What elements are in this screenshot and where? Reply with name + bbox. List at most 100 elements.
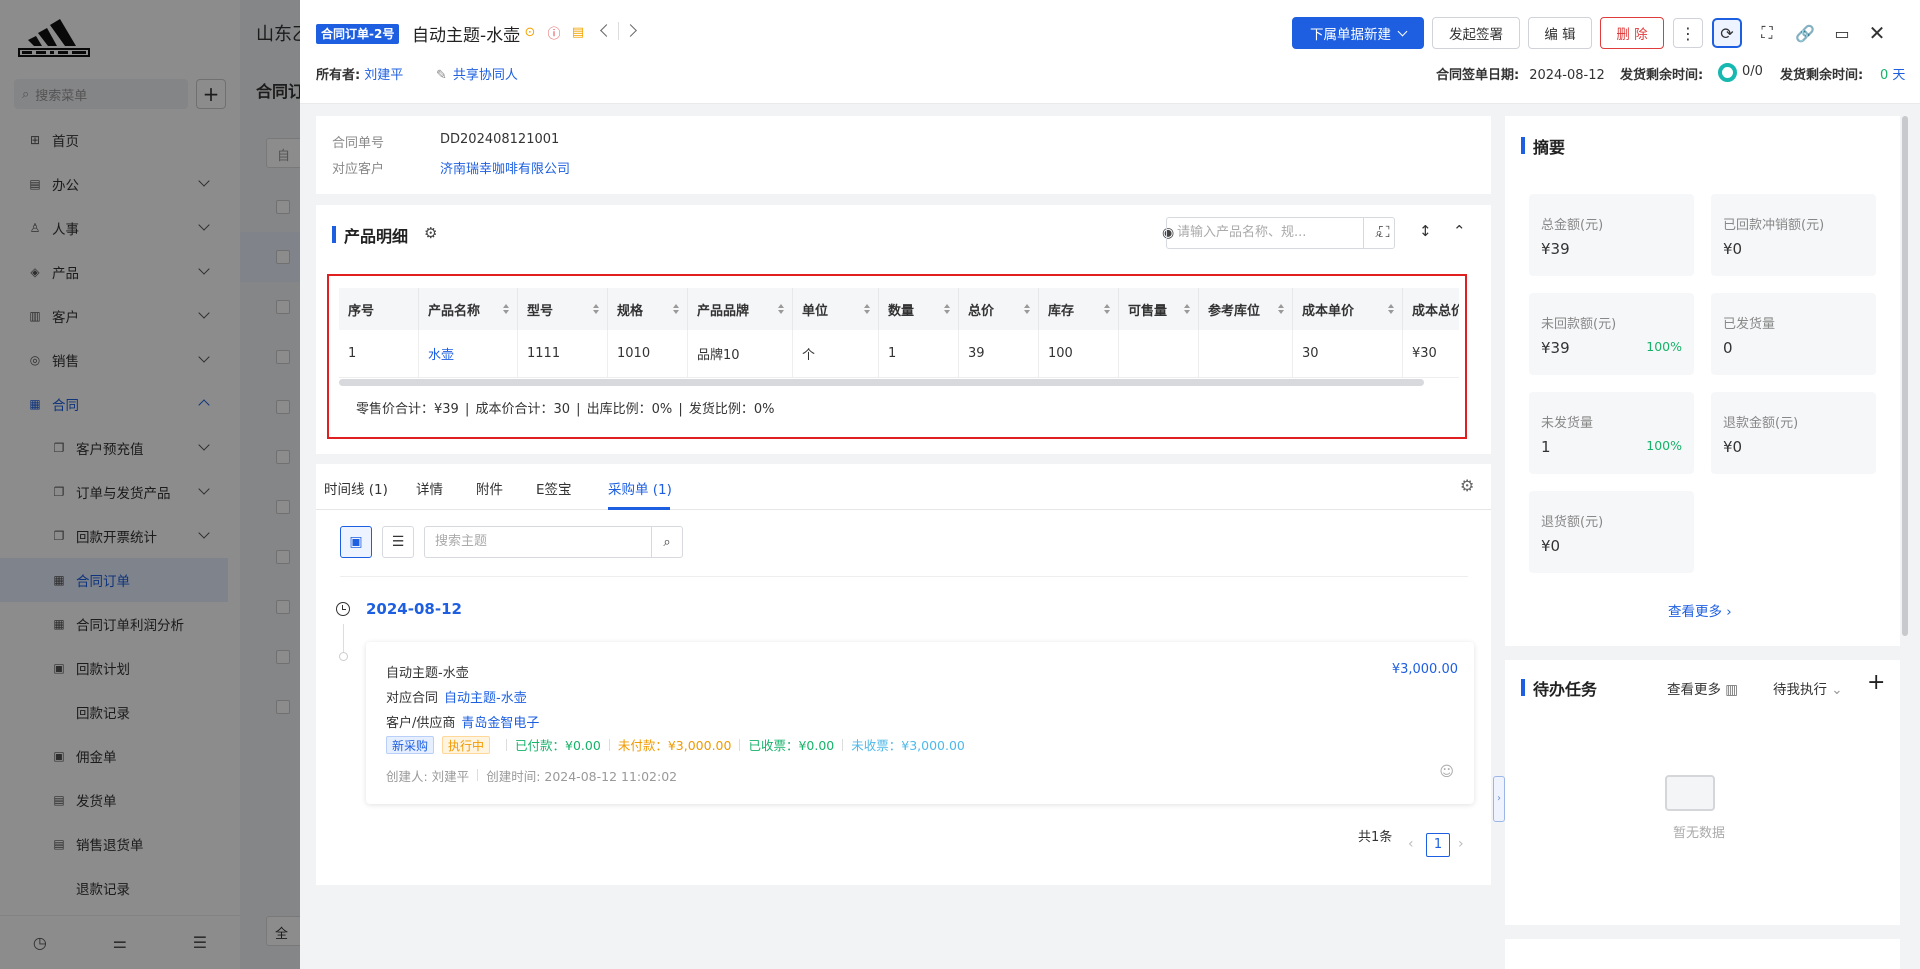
smile-icon[interactable]: ☺ [1439, 764, 1454, 780]
po-contract: 对应合同 自动主题-水壶 [386, 691, 527, 706]
chevron-right-icon: › [1726, 604, 1732, 620]
empty-text: 暂无数据 [1673, 826, 1726, 841]
product-search-input[interactable]: 请输入产品名称、规... [1166, 217, 1364, 249]
po-supplier: 客户/供应商 青岛金智电子 [386, 716, 540, 731]
list-icon: ☰ [391, 534, 405, 550]
tabs-card: 时间线 (1) 详情 附件 E签宝 采购单 (1) ⚙ ▣ ☰ 搜索主题 ⌕ 2… [316, 464, 1491, 885]
progress-ring [1718, 63, 1737, 82]
card-view-button[interactable]: ▣ [340, 526, 372, 558]
contract-number: DD202408121001 [440, 132, 560, 147]
summary-item: 总金额(元) ¥39 [1529, 194, 1694, 276]
pager-total: 共1条 [1358, 830, 1393, 845]
tab-indicator [608, 507, 670, 510]
start-sign-button[interactable]: 发起签署 [1432, 17, 1520, 49]
unreceived-invoice: 未收票：¥3,000.00 [851, 738, 965, 753]
drawer-header: 合同订单-2号 自动主题-水壶 ⊙ ⓘ ▤ 所有者: 刘建平 ✎ 共享协同人 下属单… [300, 0, 1920, 104]
next-card [1505, 939, 1900, 969]
more-vertical-icon[interactable]: ⋮ [1673, 18, 1703, 48]
summary-item: 已回款冲销额(元) ¥0 [1711, 194, 1876, 276]
delete-button[interactable]: 删 除 [1600, 17, 1664, 49]
next-page-icon[interactable]: › [1458, 836, 1464, 852]
page-number[interactable]: 1 [1426, 833, 1450, 857]
prev-page-icon[interactable]: ‹ [1408, 836, 1414, 852]
link-icon[interactable]: 🔗 [1790, 18, 1820, 48]
list-view-button[interactable]: ☰ [382, 526, 414, 558]
todo-more-link[interactable]: 查看更多 ▥ [1667, 678, 1738, 698]
ship-left-label-2: 发货剩余时间: [1780, 68, 1864, 83]
sign-date: 合同签单日期: 2024-08-12 [1436, 68, 1605, 83]
supplier-link[interactable]: 青岛金智电子 [461, 716, 539, 731]
summary-item: 未回款额(元) ¥39 100% [1529, 293, 1694, 375]
collapse-panel-handle[interactable]: › [1493, 776, 1505, 822]
previous-icon[interactable] [600, 24, 613, 37]
owner-link[interactable]: 刘建平 [364, 68, 403, 83]
contract-link[interactable]: 自动主题-水壶 [444, 691, 527, 706]
divider [340, 576, 1468, 577]
timeline-date: 2024-08-12 [366, 600, 462, 618]
order-tag: 合同订单-2号 [316, 24, 400, 44]
refresh-icon[interactable]: ⟳ [1712, 18, 1742, 48]
paid-amount: 已付款：¥0.00 [515, 738, 601, 753]
tab-purchase[interactable]: 采购单 (1) [608, 478, 672, 498]
tab-attachments[interactable]: 附件 [476, 478, 503, 498]
summary-item: 未发货量 1 100% [1529, 392, 1694, 474]
summary-item: 退货额(元) ¥0 [1529, 491, 1694, 573]
po-title: 自动主题-水壶 [386, 666, 469, 681]
ship-ratio: 0/0 [1742, 64, 1763, 79]
card-view-icon: ▣ [349, 534, 363, 550]
tag-status: 执行中 [442, 735, 491, 754]
search-icon[interactable]: ⌕ [1363, 217, 1395, 249]
empty-inbox-icon [1665, 775, 1715, 811]
highlight-box [327, 274, 1467, 439]
vertical-scrollbar[interactable] [1902, 116, 1908, 636]
po-meta: 创建人: 刘建平 创建时间: 2024-08-12 11:02:02 [386, 769, 678, 784]
note-icon[interactable]: ▤ [570, 24, 586, 40]
ship-days: 0 天 [1880, 68, 1906, 83]
detail-drawer: 合同订单-2号 自动主题-水壶 ⊙ ⓘ ▤ 所有者: 刘建平 ✎ 共享协同人 下属单… [300, 0, 1920, 969]
po-tags: 新采购 执行中 已付款：¥0.00 未付款：¥3,000.00 已收票：¥0.0… [386, 735, 965, 754]
tab-details[interactable]: 详情 [416, 478, 443, 498]
todo-filter-select[interactable]: 待我执行 ⌄ [1773, 678, 1843, 698]
tag-new: 新采购 [386, 735, 435, 754]
tab-esign[interactable]: E签宝 [536, 478, 572, 498]
todo-card: 待办任务 查看更多 ▥ 待我执行 ⌄ + 暂无数据 [1505, 660, 1900, 925]
edit-button[interactable]: 编 辑 [1528, 17, 1592, 49]
summary-more-link[interactable]: 查看更多 › [1668, 600, 1732, 620]
share-collaborator-link[interactable]: ✎ 共享协同人 [436, 64, 518, 83]
close-icon[interactable]: ✕ [1862, 18, 1892, 48]
ship-left-label: 发货剩余时间: [1620, 68, 1704, 83]
fullscreen-icon[interactable]: ⛶ [1752, 18, 1782, 48]
gear-icon[interactable]: ⚙ [424, 224, 437, 242]
timeline-dot [339, 652, 348, 661]
unpaid-amount: 未付款：¥3,000.00 [617, 738, 732, 753]
add-task-icon[interactable]: + [1867, 670, 1885, 695]
next-icon[interactable] [624, 24, 637, 37]
monitor-icon[interactable]: ▭ [1827, 18, 1857, 48]
gear-icon[interactable]: ⚙ [1460, 476, 1474, 495]
customer-link[interactable]: 济南瑞幸咖啡有限公司 [440, 158, 570, 177]
vertical-resize-icon[interactable]: ↕ [1419, 222, 1432, 240]
play-icon[interactable]: ⊙ [522, 24, 538, 40]
clock-icon [336, 602, 350, 616]
contract-info-card: 合同单号 DD202408121001 对应客户 济南瑞幸咖啡有限公司 [316, 116, 1491, 194]
section-title: 产品明细 [332, 223, 408, 247]
tab-bar: 时间线 (1) 详情 附件 E签宝 采购单 (1) ⚙ [316, 464, 1491, 510]
chevron-down-icon [1397, 26, 1408, 36]
alert-icon[interactable]: ⓘ [546, 24, 562, 42]
new-sub-document-button[interactable]: 下属单据新建 [1292, 17, 1424, 49]
owner: 所有者: 刘建平 [316, 68, 404, 83]
purchase-order-card[interactable]: 自动主题-水壶 ¥3,000.00 对应合同 自动主题-水壶 客户/供应商 青岛金智… [366, 642, 1474, 804]
po-amount: ¥3,000.00 [1391, 662, 1458, 677]
chevron-down-icon: ⌄ [1831, 682, 1843, 698]
search-icon[interactable]: ⌕ [651, 526, 683, 558]
topic-search-input[interactable]: 搜索主题 [424, 526, 652, 558]
summary-item: 已发货量 0 [1711, 293, 1876, 375]
section-title: 待办任务 [1521, 676, 1597, 700]
pencil-icon: ✎ [436, 68, 447, 83]
summary-card: 摘要 总金额(元) ¥39 已回款冲销额(元) ¥0 未回款额(元) ¥39 100% … [1505, 116, 1900, 646]
section-title: 摘要 [1521, 134, 1565, 158]
summary-item: 退款金额(元) ¥0 [1711, 392, 1876, 474]
tab-timeline[interactable]: 时间线 (1) [324, 478, 388, 498]
collapse-up-icon[interactable]: ⌃ [1453, 222, 1466, 240]
divider [618, 22, 619, 40]
